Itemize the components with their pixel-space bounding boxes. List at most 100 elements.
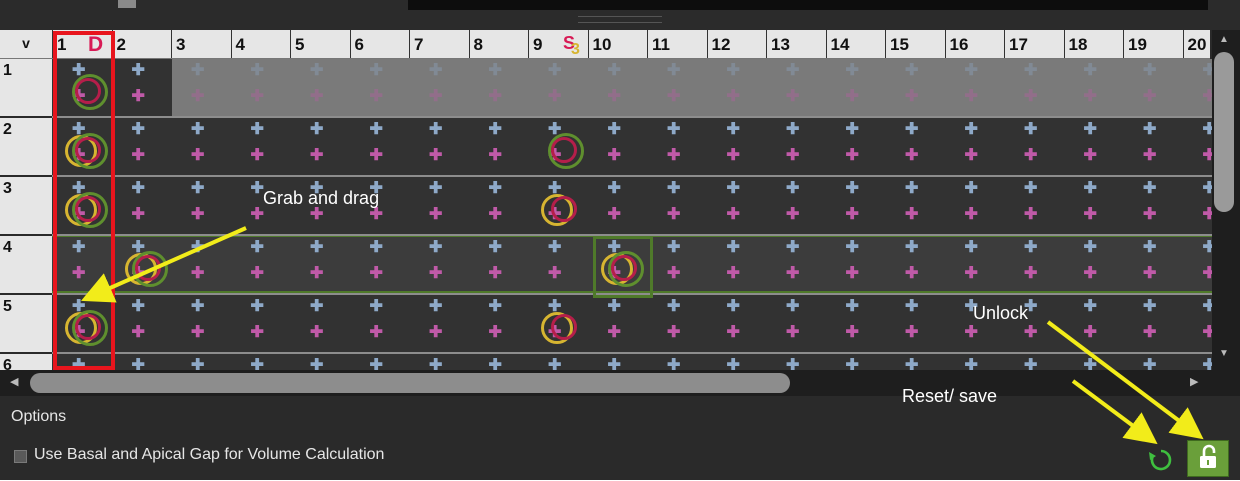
apical-point-icon[interactable]: ✚ bbox=[608, 63, 621, 79]
apical-point-icon[interactable]: ✚ bbox=[965, 181, 978, 197]
apical-point-icon[interactable]: ✚ bbox=[727, 240, 740, 256]
basal-point-icon[interactable]: ✚ bbox=[1143, 266, 1156, 282]
column-header-6[interactable]: 6 bbox=[349, 30, 410, 58]
slice-point-ring-icon[interactable] bbox=[551, 314, 577, 340]
apical-point-icon[interactable]: ✚ bbox=[251, 63, 264, 79]
apical-point-icon[interactable]: ✚ bbox=[667, 181, 680, 197]
column-header-16[interactable]: 16 bbox=[944, 30, 1005, 58]
basal-point-icon[interactable]: ✚ bbox=[727, 207, 740, 223]
apical-point-icon[interactable]: ✚ bbox=[608, 299, 621, 315]
apical-point-icon[interactable]: ✚ bbox=[132, 122, 145, 138]
basal-point-icon[interactable]: ✚ bbox=[965, 266, 978, 282]
basal-point-icon[interactable]: ✚ bbox=[846, 325, 859, 341]
apical-point-icon[interactable]: ✚ bbox=[489, 122, 502, 138]
basal-point-icon[interactable]: ✚ bbox=[846, 207, 859, 223]
row-label-5[interactable]: 5 bbox=[0, 295, 52, 352]
basal-apical-gap-label[interactable]: Use Basal and Apical Gap for Volume Calc… bbox=[34, 446, 384, 464]
basal-point-icon[interactable]: ✚ bbox=[667, 89, 680, 105]
apical-point-icon[interactable]: ✚ bbox=[846, 63, 859, 79]
apical-point-icon[interactable]: ✚ bbox=[1143, 181, 1156, 197]
apical-point-icon[interactable]: ✚ bbox=[608, 122, 621, 138]
apical-point-icon[interactable]: ✚ bbox=[489, 63, 502, 79]
basal-point-icon[interactable]: ✚ bbox=[1024, 148, 1037, 164]
basal-point-icon[interactable]: ✚ bbox=[608, 89, 621, 105]
basal-point-icon[interactable]: ✚ bbox=[251, 89, 264, 105]
apical-point-icon[interactable]: ✚ bbox=[310, 63, 323, 79]
row-label-1[interactable]: 1 bbox=[0, 59, 52, 116]
horizontal-scroll-thumb[interactable] bbox=[30, 373, 790, 393]
apical-point-icon[interactable]: ✚ bbox=[608, 181, 621, 197]
basal-point-icon[interactable]: ✚ bbox=[310, 148, 323, 164]
apical-point-icon[interactable]: ✚ bbox=[1143, 122, 1156, 138]
basal-point-icon[interactable]: ✚ bbox=[905, 325, 918, 341]
basal-point-icon[interactable]: ✚ bbox=[846, 148, 859, 164]
row-label-6[interactable]: 6 bbox=[0, 354, 52, 374]
row-label-4[interactable]: 4 bbox=[0, 236, 52, 293]
basal-point-icon[interactable]: ✚ bbox=[429, 207, 442, 223]
apical-point-icon[interactable]: ✚ bbox=[667, 240, 680, 256]
apical-point-icon[interactable]: ✚ bbox=[429, 181, 442, 197]
apical-point-icon[interactable]: ✚ bbox=[846, 299, 859, 315]
basal-point-icon[interactable]: ✚ bbox=[667, 207, 680, 223]
vertical-scroll-thumb[interactable] bbox=[1214, 52, 1234, 212]
basal-point-icon[interactable]: ✚ bbox=[191, 207, 204, 223]
column-header-15[interactable]: 15 bbox=[885, 30, 945, 58]
horizontal-scrollbar[interactable]: ◀ ▶ bbox=[0, 370, 1212, 396]
basal-point-icon[interactable]: ✚ bbox=[489, 325, 502, 341]
basal-point-icon[interactable]: ✚ bbox=[905, 148, 918, 164]
column-header-8[interactable]: 8 bbox=[468, 30, 529, 58]
slice-point-ring-icon[interactable] bbox=[551, 196, 577, 222]
basal-point-icon[interactable]: ✚ bbox=[132, 89, 145, 105]
basal-point-icon[interactable]: ✚ bbox=[965, 207, 978, 223]
apical-point-icon[interactable]: ✚ bbox=[1084, 181, 1097, 197]
basal-point-icon[interactable]: ✚ bbox=[727, 89, 740, 105]
basal-point-icon[interactable]: ✚ bbox=[905, 89, 918, 105]
apical-point-icon[interactable]: ✚ bbox=[965, 240, 978, 256]
basal-point-icon[interactable]: ✚ bbox=[1084, 325, 1097, 341]
apical-point-icon[interactable]: ✚ bbox=[370, 63, 383, 79]
basal-point-icon[interactable]: ✚ bbox=[1024, 325, 1037, 341]
basal-point-icon[interactable]: ✚ bbox=[727, 148, 740, 164]
apical-point-icon[interactable]: ✚ bbox=[727, 63, 740, 79]
basal-point-icon[interactable]: ✚ bbox=[370, 325, 383, 341]
apical-point-icon[interactable]: ✚ bbox=[429, 63, 442, 79]
basal-point-icon[interactable]: ✚ bbox=[429, 266, 442, 282]
basal-point-icon[interactable]: ✚ bbox=[132, 207, 145, 223]
basal-point-icon[interactable]: ✚ bbox=[489, 266, 502, 282]
unlock-button[interactable] bbox=[1187, 440, 1229, 477]
apical-point-icon[interactable]: ✚ bbox=[1084, 240, 1097, 256]
apical-point-icon[interactable]: ✚ bbox=[251, 299, 264, 315]
apical-point-icon[interactable]: ✚ bbox=[667, 299, 680, 315]
apical-point-icon[interactable]: ✚ bbox=[191, 63, 204, 79]
apical-point-icon[interactable]: ✚ bbox=[786, 63, 799, 79]
apical-point-icon[interactable]: ✚ bbox=[786, 240, 799, 256]
splitter-grip[interactable] bbox=[578, 16, 662, 23]
basal-point-icon[interactable]: ✚ bbox=[310, 207, 323, 223]
basal-point-icon[interactable]: ✚ bbox=[608, 207, 621, 223]
apical-point-icon[interactable]: ✚ bbox=[191, 240, 204, 256]
basal-point-icon[interactable]: ✚ bbox=[310, 266, 323, 282]
apical-point-icon[interactable]: ✚ bbox=[965, 63, 978, 79]
column-header-5[interactable]: 5 bbox=[290, 30, 350, 58]
basal-point-icon[interactable]: ✚ bbox=[310, 89, 323, 105]
slice-row[interactable] bbox=[52, 354, 1212, 370]
slice-row[interactable] bbox=[52, 118, 1212, 175]
apical-point-icon[interactable]: ✚ bbox=[846, 240, 859, 256]
apical-point-icon[interactable]: ✚ bbox=[1024, 63, 1037, 79]
apical-point-icon[interactable]: ✚ bbox=[846, 122, 859, 138]
apical-point-icon[interactable]: ✚ bbox=[429, 240, 442, 256]
scroll-down-icon[interactable]: ▼ bbox=[1219, 348, 1229, 359]
basal-point-icon[interactable]: ✚ bbox=[1024, 89, 1037, 105]
basal-point-icon[interactable]: ✚ bbox=[370, 89, 383, 105]
column-header-13[interactable]: 13 bbox=[766, 30, 826, 58]
reset-button[interactable] bbox=[1146, 446, 1176, 474]
column-header-18[interactable]: 18 bbox=[1063, 30, 1124, 58]
scroll-up-icon[interactable]: ▲ bbox=[1219, 34, 1229, 45]
column-header-2[interactable]: 2 bbox=[111, 30, 172, 58]
column-header-14[interactable]: 14 bbox=[825, 30, 886, 58]
apical-point-icon[interactable]: ✚ bbox=[132, 299, 145, 315]
basal-point-icon[interactable]: ✚ bbox=[251, 207, 264, 223]
apical-point-icon[interactable]: ✚ bbox=[1024, 122, 1037, 138]
basal-point-icon[interactable]: ✚ bbox=[429, 89, 442, 105]
apical-point-icon[interactable]: ✚ bbox=[786, 122, 799, 138]
